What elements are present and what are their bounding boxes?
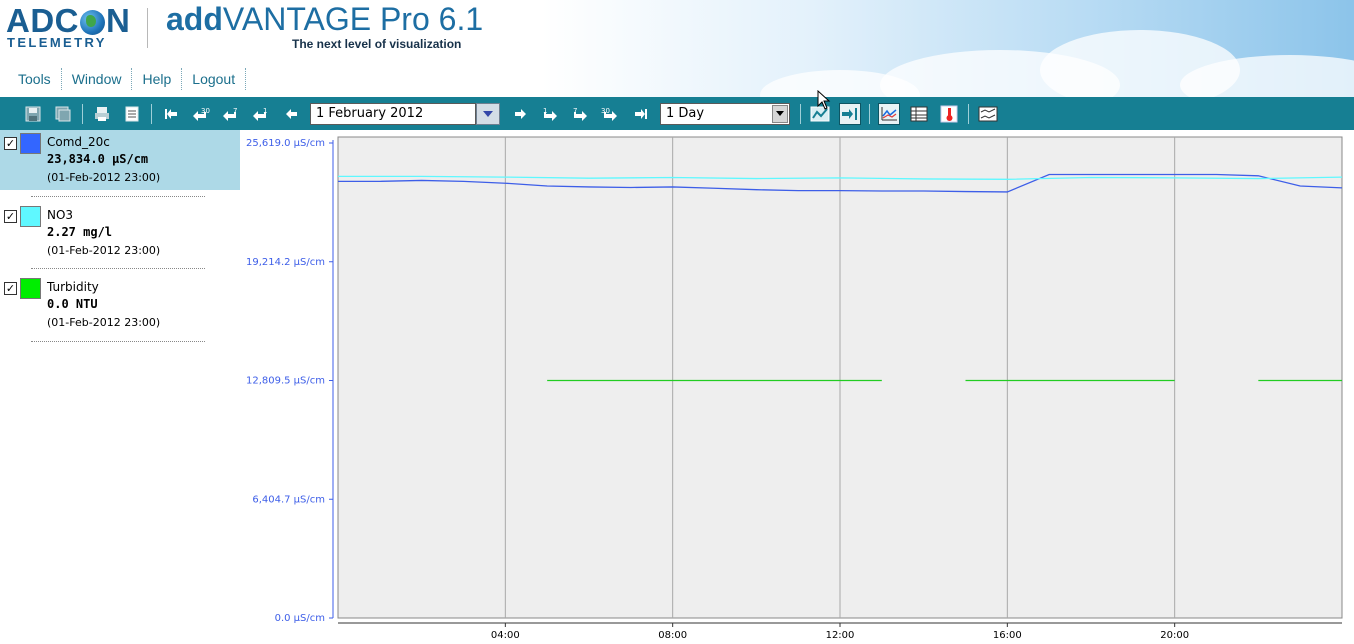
x-tick-label: 04:00 <box>491 630 520 641</box>
first-icon[interactable] <box>160 103 182 125</box>
svg-text:30: 30 <box>601 107 610 115</box>
back-7-days-icon[interactable]: 7 <box>220 103 242 125</box>
legend-item-value: 0.0 NTU <box>47 297 98 311</box>
legend-checkbox[interactable]: ✓ <box>4 282 17 295</box>
legend-item-value: 23,834.0 µS/cm <box>47 152 149 166</box>
period-select-value: 1 Day <box>666 106 705 121</box>
forward-30-days-icon[interactable]: 30 <box>600 103 622 125</box>
svg-text:1: 1 <box>263 107 267 115</box>
svg-text:7: 7 <box>573 107 577 115</box>
legend-divider <box>31 196 205 197</box>
legend-panel: ✓ Comd_20c 23,834.0 µS/cm (01-Feb-2012 2… <box>0 130 240 644</box>
chevron-down-icon <box>483 110 493 117</box>
x-tick-label: 08:00 <box>658 630 687 641</box>
menu-tools[interactable]: Tools <box>8 68 62 90</box>
save-as-icon[interactable] <box>52 103 74 125</box>
chevron-down-icon[interactable] <box>772 104 788 123</box>
y-tick-label: 6,404.7 µS/cm <box>252 494 325 505</box>
toolbar: 30 7 1 1 7 30 1 Day <box>0 97 1354 130</box>
x-tick-label: 20:00 <box>1160 630 1189 641</box>
toolbar-separator <box>968 103 969 124</box>
legend-color-swatch <box>20 206 41 227</box>
menu-bar: Tools Window Help Logout <box>8 67 247 91</box>
legend-checkbox[interactable]: ✓ <box>4 137 17 150</box>
legend-item-time: (01-Feb-2012 23:00) <box>47 171 161 184</box>
period-select[interactable]: 1 Day <box>660 102 790 125</box>
toolbar-separator <box>800 103 801 124</box>
legend-color-swatch <box>20 133 41 154</box>
legend-color-swatch <box>20 278 41 299</box>
svg-text:7: 7 <box>233 107 237 115</box>
y-tick-label: 19,214.2 µS/cm <box>246 257 325 268</box>
svg-text:30: 30 <box>201 107 210 115</box>
legend-item-name: Turbidity <box>47 280 99 294</box>
y-tick-label: 12,809.5 µS/cm <box>246 376 325 387</box>
y-tick-label: 0.0 µS/cm <box>275 613 325 624</box>
logo-divider <box>147 8 148 48</box>
back-arrow-icon[interactable] <box>280 103 302 125</box>
legend-item-name: Comd_20c <box>47 135 110 149</box>
mouse-cursor-icon <box>817 90 831 110</box>
toolbar-separator <box>151 103 152 124</box>
globe-icon <box>80 10 105 35</box>
logo-subtitle: TELEMETRY <box>7 35 107 50</box>
legend-item-time: (01-Feb-2012 23:00) <box>47 244 161 257</box>
product-tagline: The next level of visualization <box>292 37 462 51</box>
report-icon[interactable] <box>121 103 143 125</box>
scroll-to-end-icon[interactable] <box>839 102 861 125</box>
x-tick-label: 12:00 <box>826 630 855 641</box>
legend-item-comd-20c[interactable]: ✓ Comd_20c 23,834.0 µS/cm (01-Feb-2012 2… <box>0 130 240 190</box>
table-view-icon[interactable] <box>908 103 930 125</box>
print-icon[interactable] <box>91 103 113 125</box>
toolbar-separator <box>82 103 83 124</box>
date-input[interactable] <box>310 102 476 125</box>
save-icon[interactable] <box>22 103 44 125</box>
y-tick-label: 25,619.0 µS/cm <box>246 138 325 149</box>
legend-item-turbidity[interactable]: ✓ Turbidity 0.0 NTU (01-Feb-2012 23:00) <box>0 275 240 347</box>
legend-item-value: 2.27 mg/l <box>47 225 113 239</box>
product-title: addVANTAGE Pro 6.1 <box>166 1 484 37</box>
multi-chart-icon[interactable] <box>977 103 999 125</box>
forward-1-day-icon[interactable]: 1 <box>540 103 562 125</box>
x-tick-label: 16:00 <box>993 630 1022 641</box>
menu-help[interactable]: Help <box>132 68 183 90</box>
graph-view-icon[interactable] <box>878 102 900 125</box>
menu-window[interactable]: Window <box>62 68 133 90</box>
last-icon[interactable] <box>630 103 652 125</box>
thermometer-icon[interactable] <box>938 103 960 125</box>
forward-arrow-icon[interactable] <box>510 103 532 125</box>
toolbar-separator <box>869 103 870 124</box>
app-header: ADC N TELEMETRY addVANTAGE Pro 6.1 The ne… <box>0 0 1354 97</box>
legend-item-name: NO3 <box>47 208 74 222</box>
time-series-chart[interactable]: 25,619.0 µS/cm 19,214.2 µS/cm 12,809.5 µS/… <box>240 130 1354 644</box>
legend-divider <box>31 268 205 269</box>
menu-logout[interactable]: Logout <box>182 68 247 90</box>
back-30-days-icon[interactable]: 30 <box>190 103 212 125</box>
calendar-dropdown-button[interactable] <box>476 102 500 125</box>
legend-item-time: (01-Feb-2012 23:00) <box>47 316 161 329</box>
svg-text:1: 1 <box>543 107 547 115</box>
legend-item-no3[interactable]: ✓ NO3 2.27 mg/l (01-Feb-2012 23:00) <box>0 203 240 275</box>
forward-7-days-icon[interactable]: 7 <box>570 103 592 125</box>
legend-divider <box>31 341 205 342</box>
legend-checkbox[interactable]: ✓ <box>4 210 17 223</box>
back-1-day-icon[interactable]: 1 <box>250 103 272 125</box>
